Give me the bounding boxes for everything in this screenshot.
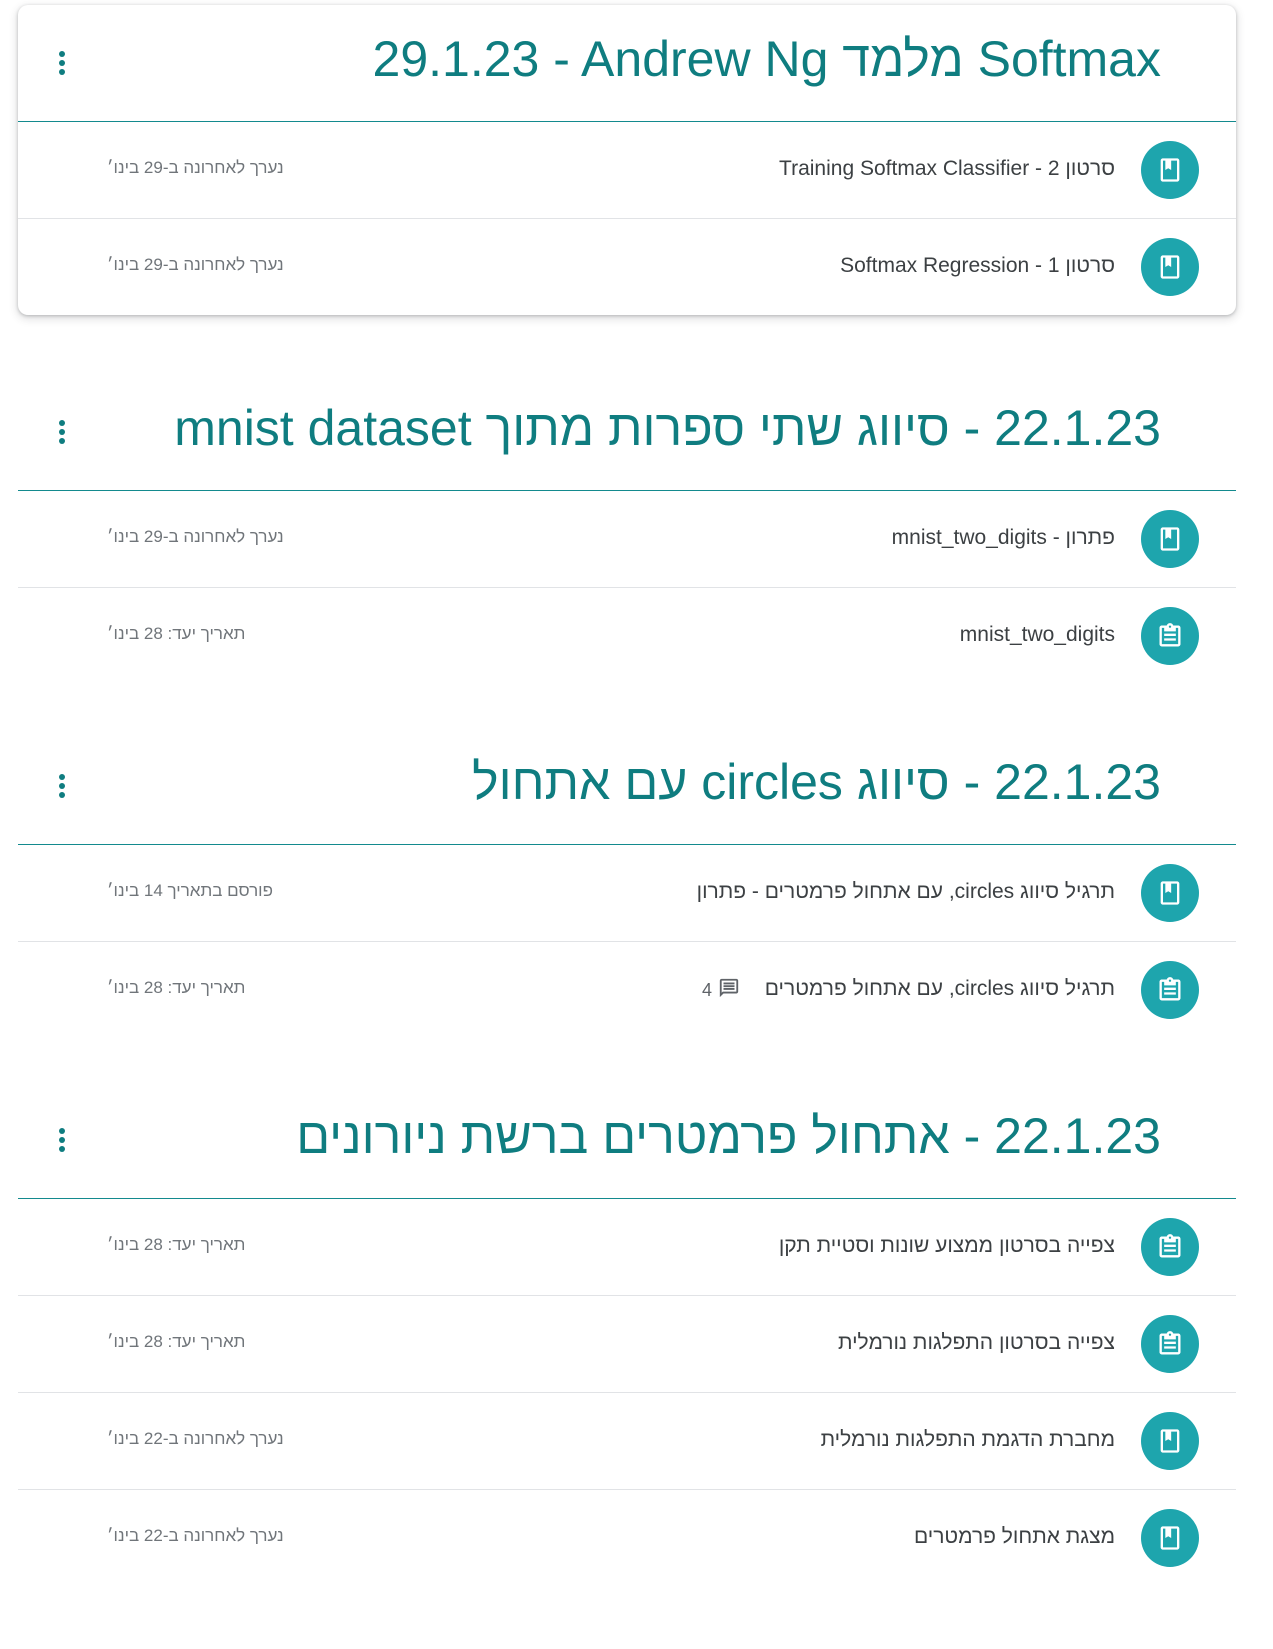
topic-header: 22.1.23 - סיווג circles עם אתחול [18, 728, 1236, 845]
item-due-date: תאריך יעד: 28 בינו׳ [107, 624, 246, 643]
topic-section: 22.1.23 - אתחול פרמטרים ברשת ניורונים צפ… [18, 1082, 1236, 1586]
list-item[interactable]: סרטון 1 - Softmax Regression נערך לאחרונ… [18, 219, 1236, 315]
list-item[interactable]: mnist_two_digits תאריך יעד: 28 בינו׳ [18, 588, 1236, 684]
item-title: תרגיל סיווג circles, עם אתחול פרמטרים - … [696, 880, 1115, 903]
material-icon [1141, 141, 1199, 199]
more-options-icon[interactable] [48, 1120, 76, 1160]
more-options-icon[interactable] [48, 766, 76, 806]
topic-section: 29.1.23 - Andrew Ng מלמד Softmax סרטון 2… [18, 5, 1236, 315]
list-item[interactable]: צפייה בסרטון ממצוע שונות וסטיית תקן תארי… [18, 1199, 1236, 1296]
item-date: נערך לאחרונה ב-22 בינו׳ [107, 1526, 284, 1545]
item-title: mnist_two_digits - פתרון [891, 526, 1115, 549]
item-date: נערך לאחרונה ב-29 בינו׳ [107, 255, 284, 274]
topic-section: 22.1.23 - סיווג שתי ספרות מתוך mnist dat… [18, 374, 1236, 684]
topic-section: 22.1.23 - סיווג circles עם אתחול תרגיל ס… [18, 728, 1236, 1038]
item-title: סרטון 2 - Training Softmax Classifier [779, 157, 1115, 180]
item-due-date: תאריך יעד: 28 בינו׳ [107, 1332, 246, 1351]
assignment-icon [1141, 961, 1199, 1019]
item-due-date: תאריך יעד: 28 בינו׳ [107, 1235, 246, 1254]
item-due-date: תאריך יעד: 28 בינו׳ [107, 978, 246, 997]
item-date: נערך לאחרונה ב-22 בינו׳ [107, 1429, 284, 1448]
topic-title[interactable]: 22.1.23 - אתחול פרמטרים ברשת ניורונים [296, 1106, 1161, 1166]
item-title: מחברת הדגמת התפלגות נורמלית [820, 1428, 1115, 1451]
material-icon [1141, 1412, 1199, 1470]
assignment-icon [1141, 607, 1199, 665]
list-item[interactable]: תרגיל סיווג circles, עם אתחול פרמטרים 4 … [18, 942, 1236, 1038]
classwork-page: 29.1.23 - Andrew Ng מלמד Softmax סרטון 2… [0, 0, 1273, 1649]
material-icon [1141, 864, 1199, 922]
topic-header: 29.1.23 - Andrew Ng מלמד Softmax [18, 5, 1236, 122]
more-options-icon[interactable] [48, 412, 76, 452]
item-title: תרגיל סיווג circles, עם אתחול פרמטרים [764, 977, 1115, 1000]
material-icon [1141, 510, 1199, 568]
assignment-icon [1141, 1218, 1199, 1276]
comment-icon [718, 977, 740, 1004]
topic-title[interactable]: 22.1.23 - סיווג circles עם אתחול [472, 752, 1161, 812]
list-item[interactable]: צפייה בסרטון התפלגות נורמלית תאריך יעד: … [18, 1296, 1236, 1393]
list-item[interactable]: סרטון 2 - Training Softmax Classifier נע… [18, 122, 1236, 219]
topic-header: 22.1.23 - אתחול פרמטרים ברשת ניורונים [18, 1082, 1236, 1199]
list-item[interactable]: תרגיל סיווג circles, עם אתחול פרמטרים - … [18, 845, 1236, 942]
item-title: צפייה בסרטון התפלגות נורמלית [837, 1331, 1115, 1354]
topic-title[interactable]: 29.1.23 - Andrew Ng מלמד Softmax [373, 29, 1161, 89]
material-icon [1141, 238, 1199, 296]
assignment-icon [1141, 1315, 1199, 1373]
list-item[interactable]: mnist_two_digits - פתרון נערך לאחרונה ב-… [18, 491, 1236, 588]
comment-count-value: 4 [702, 980, 713, 1000]
item-title: צפייה בסרטון ממצוע שונות וסטיית תקן [778, 1234, 1115, 1257]
list-item[interactable]: מחברת הדגמת התפלגות נורמלית נערך לאחרונה… [18, 1393, 1236, 1490]
more-options-icon[interactable] [48, 43, 76, 83]
material-icon [1141, 1509, 1199, 1567]
item-title: סרטון 1 - Softmax Regression [840, 254, 1115, 277]
topic-header: 22.1.23 - סיווג שתי ספרות מתוך mnist dat… [18, 374, 1236, 491]
comment-count: 4 [702, 977, 740, 1004]
topic-title[interactable]: 22.1.23 - סיווג שתי ספרות מתוך mnist dat… [174, 398, 1161, 458]
item-date: פורסם בתאריך 14 בינו׳ [107, 881, 273, 900]
item-date: נערך לאחרונה ב-29 בינו׳ [107, 158, 284, 177]
item-title: mnist_two_digits [959, 623, 1115, 646]
item-date: נערך לאחרונה ב-29 בינו׳ [107, 527, 284, 546]
item-title: מצגת אתחול פרמטרים [913, 1525, 1115, 1548]
list-item[interactable]: מצגת אתחול פרמטרים נערך לאחרונה ב-22 בינ… [18, 1490, 1236, 1586]
